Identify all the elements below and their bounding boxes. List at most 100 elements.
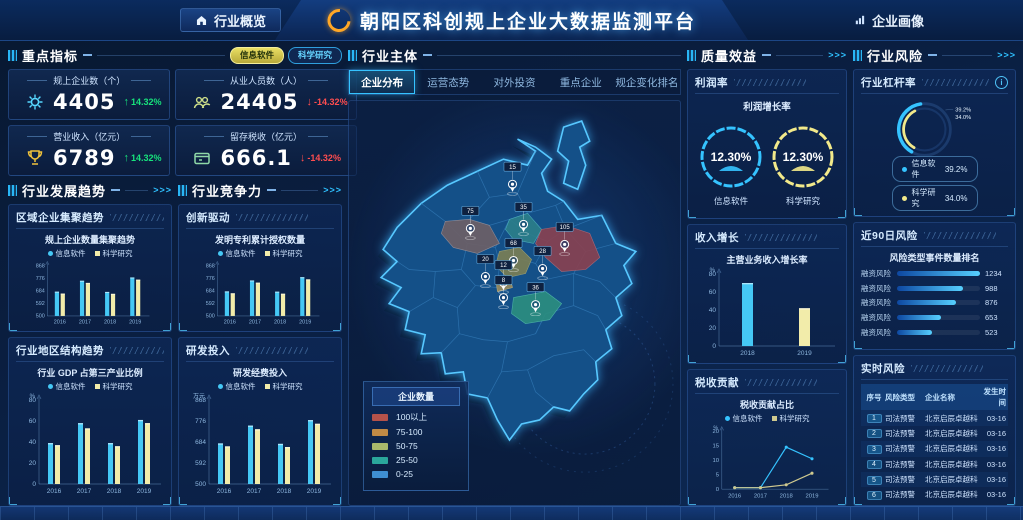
svg-text:40: 40 <box>29 439 37 446</box>
table-row[interactable]: 3司法预警北京启辰卓越科技有限公司03-16 <box>861 441 1008 456</box>
section-marker-icon <box>687 50 696 61</box>
risk-rank-track <box>897 330 980 335</box>
panel-profit-rate: 利润率 利润增长率12.30%信息软件12.30%科学研究 <box>687 69 847 219</box>
section-dash <box>928 54 937 56</box>
badge-science-research[interactable]: 科学研究 <box>288 47 342 64</box>
floor-grid-decoration <box>0 506 1023 520</box>
risk-column: 行业风险 >>> 行业杠杆率 i 39.2%34.0%信息软件39.2%科学研究… <box>853 46 1016 506</box>
risk-rank-track <box>897 286 980 291</box>
gauge-legend-pill: 科学研究34.0% <box>892 185 978 211</box>
donut-gauge: 12.30%科学研究 <box>767 121 839 207</box>
svg-text:0: 0 <box>712 343 716 350</box>
panel-innovation: 创新驱动 发明专利累计授权数量信息软件科学研究50059268477686820… <box>178 204 342 332</box>
more-icon[interactable]: >>> <box>323 185 342 195</box>
chart-revenue-growth: 主营业务收入增长率%02040608020182019 <box>695 251 839 358</box>
more-icon[interactable]: >>> <box>997 50 1016 60</box>
chart-subtitle: 利润增长率 <box>743 99 791 113</box>
svg-text:500: 500 <box>195 481 206 488</box>
row-index-badge: 5 <box>867 476 882 485</box>
panel-title: 近90日风险 <box>861 228 918 243</box>
hatch-decoration <box>734 79 806 86</box>
nav-industry-overview[interactable]: 行业概览 <box>180 8 281 32</box>
stat-value: 24405 <box>220 90 298 114</box>
panel-realtime-risk: 实时风险 序号风险类型企业名称发生时间1司法预警北京启辰卓越科技有限公司03-1… <box>853 355 1016 506</box>
svg-text:2018: 2018 <box>274 319 286 325</box>
svg-text:40: 40 <box>709 307 717 314</box>
panel-title: 研发投入 <box>186 343 230 358</box>
tab-2[interactable]: 对外投资 <box>481 70 547 94</box>
row-index: 6 <box>863 490 885 500</box>
svg-text:776: 776 <box>195 418 206 425</box>
section-line <box>97 54 225 56</box>
risk-type-cell: 司法预警 <box>885 459 925 470</box>
stat-label: 营业收入（亿元） <box>17 130 161 143</box>
svg-text:500: 500 <box>36 314 45 320</box>
nav-enterprise-profile-label: 企业画像 <box>872 11 924 30</box>
svg-text:2016: 2016 <box>54 319 66 325</box>
stat-change: 14.32% <box>131 153 162 163</box>
section-title: 行业主体 <box>362 46 418 65</box>
district-map-panel: 15753510568282012836 企业数量 100以上75-10050-… <box>348 100 681 506</box>
chart-gdp-share: 行业 GDP 占第三产业比例信息软件科学研究%02040608020162017… <box>16 364 164 500</box>
svg-text:28: 28 <box>539 249 546 255</box>
table-header-cell: 序号 <box>863 392 885 403</box>
stat-label: 留存税收（亿元） <box>184 130 347 143</box>
legend-marker-icon <box>95 384 100 389</box>
more-icon[interactable]: >>> <box>828 50 847 60</box>
risk-type-cell: 司法预警 <box>885 489 925 500</box>
risk-rank-value: 523 <box>985 328 1008 337</box>
legend-item: 科学研究 <box>95 248 133 259</box>
legend-item: 科学研究 <box>265 381 303 392</box>
table-row[interactable]: 2司法预警北京启辰卓越科技有限公司03-16 <box>861 426 1008 441</box>
more-icon[interactable]: >>> <box>153 185 172 195</box>
tab-0[interactable]: 企业分布 <box>349 70 415 94</box>
hatch-decoration <box>110 214 164 221</box>
tab-4[interactable]: 规企变化排名 <box>614 70 680 94</box>
table-row[interactable]: 4司法预警北京启辰卓越科技有限公司03-16 <box>861 457 1008 472</box>
risk-rank-bar <box>897 300 956 305</box>
risk-rank-label: 融资风险 <box>861 283 892 294</box>
hatch-decoration <box>110 347 164 354</box>
legend-marker-icon <box>48 251 53 256</box>
panel-tax-contribution: 税收贡献 税收贡献占比信息软件科学研究%05101520201620172018… <box>687 369 847 506</box>
svg-text:12.30%: 12.30% <box>783 150 824 164</box>
risk-rank-bar <box>897 286 963 291</box>
bar-chart-svg: 5005926847768682016201720182019 <box>187 259 333 326</box>
stat-label: 规上企业数（个） <box>17 74 161 87</box>
svg-text:592: 592 <box>206 301 215 307</box>
key-indicator-cards: 规上企业数（个） 4405 ↑14.32% 从业人员数（人） <box>8 69 342 176</box>
realtime-risk-table: 序号风险类型企业名称发生时间1司法预警北京启辰卓越科技有限公司03-162司法预… <box>861 384 1008 500</box>
chart-rd-invest: 研发经费投入信息软件科学研究万元500592684776868201620172… <box>186 364 334 500</box>
company-cell: 北京启辰卓越科技有限公司 <box>925 459 978 470</box>
table-row[interactable]: 6司法预警北京启辰卓越科技有限公司03-16 <box>861 487 1008 500</box>
tab-3[interactable]: 重点企业 <box>548 70 614 94</box>
section-dash <box>83 54 92 56</box>
chart-title: 发明专利累计授权数量 <box>215 233 305 246</box>
donut-svg: 12.30% <box>695 121 767 193</box>
chart-legend: 信息软件科学研究 <box>48 248 133 259</box>
table-row[interactable]: 5司法预警北京启辰卓越科技有限公司03-16 <box>861 472 1008 487</box>
table-row[interactable]: 1司法预警北京启辰卓越科技有限公司03-16 <box>861 410 1008 425</box>
section-industry-competitive: 行业竞争力 >>> <box>178 181 342 199</box>
svg-text:2019: 2019 <box>797 350 812 357</box>
svg-text:592: 592 <box>36 301 45 307</box>
risk-rank-label: 融资风险 <box>861 327 892 338</box>
legend-marker-icon <box>48 384 53 389</box>
table-header-cell: 企业名称 <box>925 392 978 403</box>
legend-swatch-icon <box>372 429 388 436</box>
dashboard-body: 重点指标 信息软件 科学研究 规上企业数（个） 4405 ↑14.3 <box>8 46 1016 506</box>
stat-card-enterprise-count: 规上企业数（个） 4405 ↑14.32% <box>8 69 170 120</box>
badge-info-software[interactable]: 信息软件 <box>230 47 284 64</box>
section-title: 行业竞争力 <box>192 181 262 200</box>
chart-title: 风险类型事件数量排名 <box>889 251 979 264</box>
bar-chart-svg: 5005926847768682016201720182019 <box>17 259 163 326</box>
svg-text:684: 684 <box>195 439 206 446</box>
stat-value: 6789 <box>53 146 115 170</box>
map-northeast-region[interactable] <box>558 121 590 189</box>
info-icon[interactable]: i <box>995 76 1008 89</box>
tab-1[interactable]: 运营态势 <box>415 70 481 94</box>
nav-enterprise-profile[interactable]: 企业画像 <box>839 8 939 32</box>
svg-text:60: 60 <box>709 289 717 296</box>
donut-svg: 12.30% <box>767 121 839 193</box>
risk-rank-track <box>897 271 980 276</box>
